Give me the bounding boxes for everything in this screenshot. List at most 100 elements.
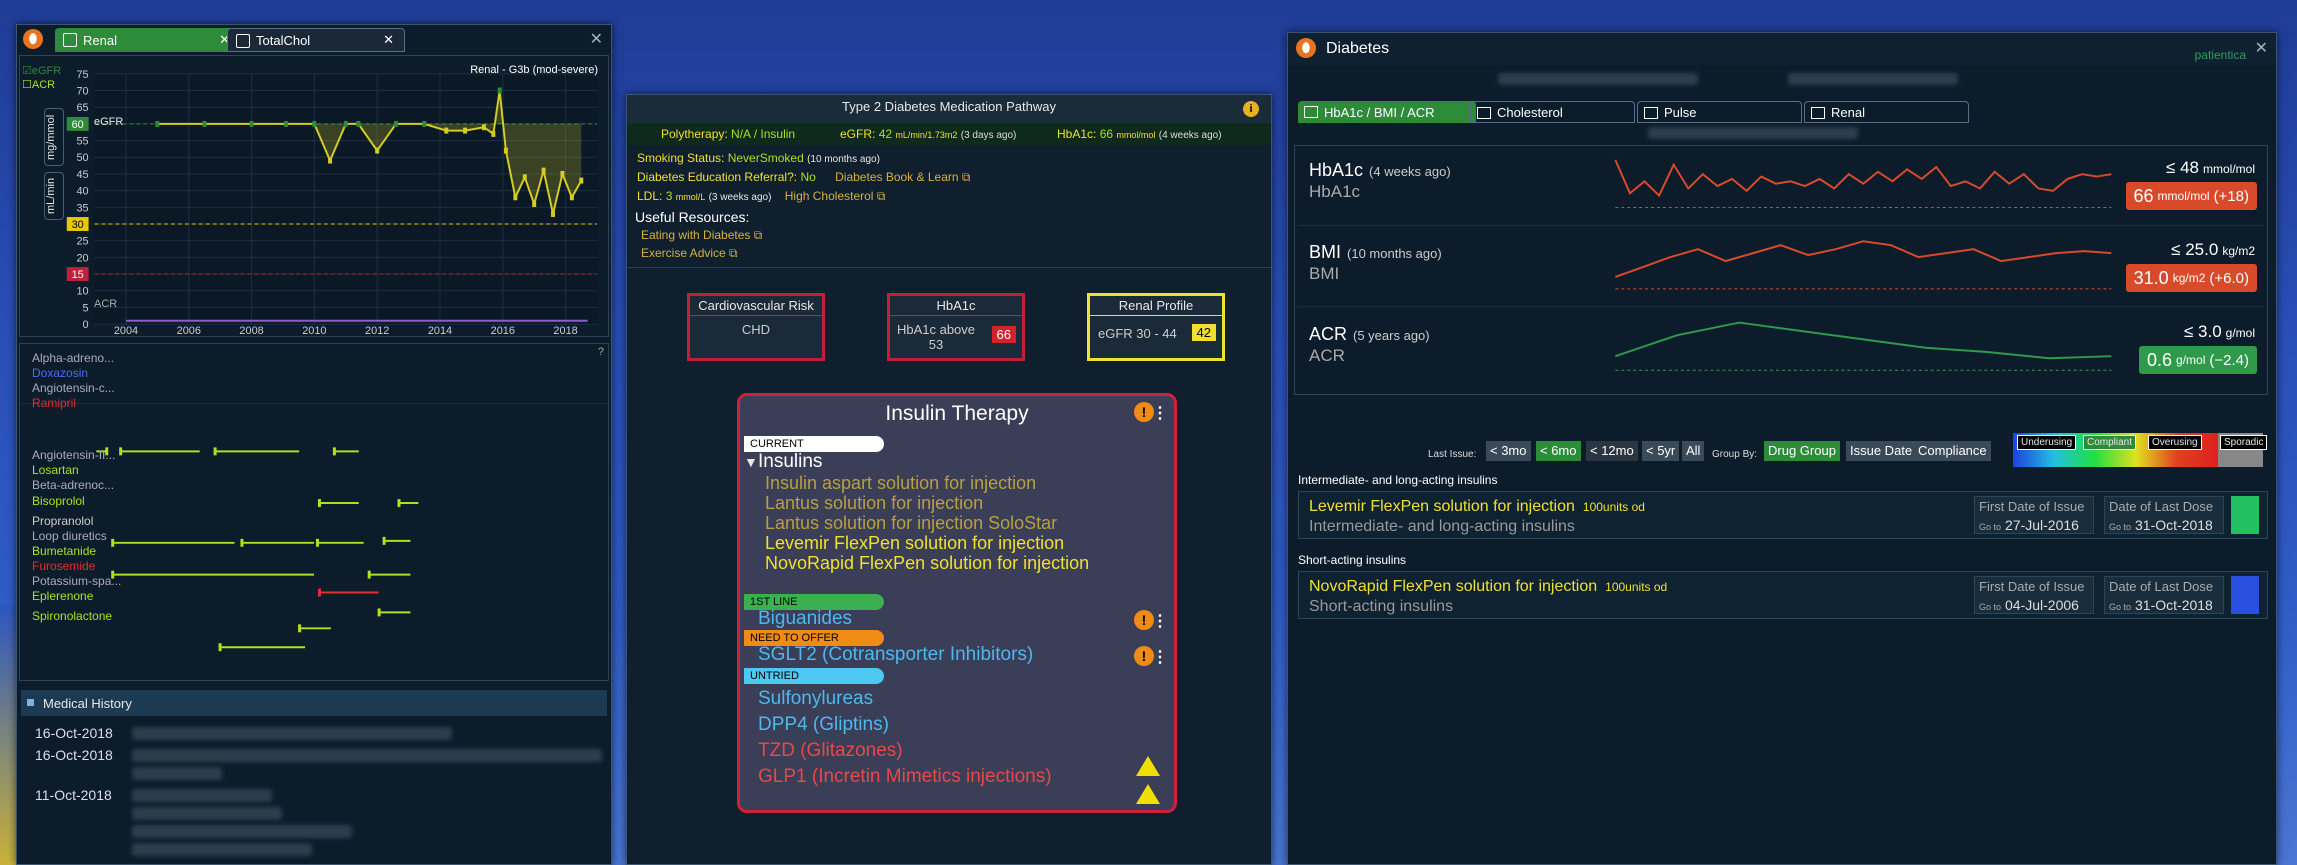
insulin-item[interactable]: Lantus solution for injection SoloStar bbox=[765, 513, 1057, 534]
medication-label[interactable]: Alpha-adreno... bbox=[32, 351, 114, 365]
y-unit-mgmmol[interactable]: mg/mmol bbox=[44, 108, 64, 166]
last-dose-box[interactable]: Date of Last Dose Go to 31-Oct-2018 bbox=[2104, 576, 2224, 614]
first-issue-box[interactable]: First Date of Issue Go to 27-Jul-2016 bbox=[1974, 496, 2094, 534]
metrics-sparklines bbox=[1297, 159, 2265, 371]
info-icon[interactable]: i bbox=[1243, 101, 1259, 117]
menu-icon[interactable]: ⋮ bbox=[1152, 647, 1168, 667]
medication-label[interactable]: Bumetanide bbox=[32, 544, 96, 558]
renal-profile-box[interactable]: Renal Profile eGFR 30 - 44 42 bbox=[1087, 293, 1225, 361]
cardiovascular-risk-box[interactable]: Cardiovascular Risk CHD bbox=[687, 293, 825, 361]
history-date[interactable]: 16-Oct-2018 bbox=[35, 725, 113, 741]
insulin-item[interactable]: Lantus solution for injection bbox=[765, 493, 983, 514]
warning-icon[interactable]: ! bbox=[1134, 402, 1154, 422]
insulin-item[interactable]: Insulin aspart solution for injection bbox=[765, 473, 1036, 494]
go-to-link[interactable]: Go to bbox=[1979, 602, 2001, 612]
insulin-item[interactable]: NovoRapid FlexPen solution for injection bbox=[765, 553, 1089, 574]
resource-link[interactable]: Eating with Diabetes ⧉ bbox=[641, 228, 762, 243]
tab-cholesterol[interactable]: Cholesterol bbox=[1470, 101, 1635, 123]
go-to-link[interactable]: Go to bbox=[1979, 522, 2001, 532]
drug-row[interactable]: NovoRapid FlexPen solution for injection… bbox=[1298, 571, 2268, 619]
y-unit-mlmin[interactable]: mL/min bbox=[44, 172, 64, 220]
legend-overusing[interactable]: Overusing bbox=[2148, 435, 2202, 450]
tab-renal[interactable]: Renal bbox=[1804, 101, 1969, 123]
medication-label[interactable]: Ramipril bbox=[32, 396, 76, 410]
menu-icon[interactable]: ⋮ bbox=[1152, 403, 1168, 423]
drug-name[interactable]: NovoRapid FlexPen solution for injection… bbox=[1309, 578, 1667, 596]
medication-label[interactable]: Spironolactone bbox=[32, 609, 112, 623]
history-date[interactable]: 11-Oct-2018 bbox=[35, 787, 112, 803]
close-window-icon[interactable]: ✕ bbox=[590, 29, 603, 49]
metric-value-box[interactable]: 0.6 g/mol (−2.4) bbox=[2139, 346, 2257, 374]
medication-label[interactable]: Eplerenone bbox=[32, 589, 93, 603]
medication-label[interactable]: Angiotensin-II... bbox=[32, 448, 115, 462]
tab-pulse[interactable]: Pulse bbox=[1637, 101, 1802, 123]
history-date[interactable]: 16-Oct-2018 bbox=[35, 747, 113, 763]
medication-pathway-window: Type 2 Diabetes Medication Pathway i Pol… bbox=[626, 94, 1272, 865]
box-title: HbA1c bbox=[890, 296, 1022, 316]
legend-egfr[interactable]: ☑eGFR bbox=[22, 64, 61, 77]
go-to-link[interactable]: Go to bbox=[2109, 602, 2131, 612]
warning-icon[interactable]: ! bbox=[1134, 646, 1154, 666]
hba1c-box[interactable]: HbA1c HbA1c above 53 66 bbox=[887, 293, 1025, 361]
first-issue-box[interactable]: First Date of Issue Go to 04-Jul-2006 bbox=[1974, 576, 2094, 614]
range-button[interactable]: All bbox=[1682, 441, 1705, 461]
tab-totalchol[interactable]: TotalChol ✕ bbox=[227, 28, 405, 52]
medication-label[interactable]: Loop diuretics bbox=[32, 529, 107, 543]
medication-label[interactable]: Angiotensin-c... bbox=[32, 381, 115, 395]
range-button[interactable]: < 6mo bbox=[1536, 441, 1581, 461]
medication-label[interactable]: Doxazosin bbox=[32, 366, 88, 380]
tab-renal[interactable]: Renal ✕ bbox=[55, 28, 240, 52]
insulin-item[interactable]: Levemir FlexPen solution for injection bbox=[765, 533, 1064, 554]
medication-label[interactable]: Beta-adrenoc... bbox=[32, 478, 114, 492]
medication-label[interactable]: Furosemide bbox=[32, 559, 95, 573]
medication-label[interactable]: Losartan bbox=[32, 463, 79, 477]
resource-link[interactable]: Exercise Advice ⧉ bbox=[641, 246, 738, 261]
untried-drug-item[interactable]: TZD (Glitazones) bbox=[758, 740, 903, 762]
go-to-link[interactable]: Go to bbox=[2109, 522, 2131, 532]
range-button[interactable]: < 5yr bbox=[1642, 441, 1680, 461]
last-dose-box[interactable]: Date of Last Dose Go to 31-Oct-2018 bbox=[2104, 496, 2224, 534]
untried-drug-item[interactable]: DPP4 (Gliptins) bbox=[758, 714, 889, 736]
metric-value-box[interactable]: 66 mmol/mol (+18) bbox=[2125, 182, 2257, 210]
close-window-icon[interactable]: ✕ bbox=[2255, 38, 2268, 58]
external-link-icon[interactable]: ⧉ bbox=[877, 189, 886, 203]
medication-label[interactable]: Bisoprolol bbox=[32, 494, 85, 508]
untried-drug-item[interactable]: GLP1 (Incretin Mimetics injections) bbox=[758, 766, 1052, 788]
metric-value-box[interactable]: 31.0 kg/m2 (+6.0) bbox=[2125, 264, 2257, 292]
help-icon[interactable]: ? bbox=[598, 346, 604, 358]
egfr-point bbox=[202, 120, 207, 127]
medication-label[interactable]: Potassium-spa... bbox=[32, 574, 121, 588]
drug-row[interactable]: Levemir FlexPen solution for injection 10… bbox=[1298, 491, 2268, 539]
egfr-point bbox=[541, 167, 546, 174]
external-link-icon[interactable]: ⧉ bbox=[962, 170, 971, 184]
legend-underusing[interactable]: Underusing bbox=[2017, 435, 2077, 450]
group-drug-group[interactable]: Drug Group bbox=[1764, 441, 1840, 461]
legend-acr[interactable]: ☐ACR bbox=[22, 78, 55, 91]
cholesterol-link[interactable]: High Cholesterol bbox=[785, 189, 874, 203]
close-tab-icon[interactable]: ✕ bbox=[383, 32, 394, 48]
medical-history-header[interactable]: Medical History bbox=[21, 690, 607, 716]
menu-icon[interactable]: ⋮ bbox=[1152, 611, 1168, 631]
untried-drug-item[interactable]: Sulfonylureas bbox=[758, 688, 873, 710]
education-link[interactable]: Diabetes Book & Learn bbox=[835, 170, 958, 184]
legend-compliant[interactable]: Compliant bbox=[2083, 435, 2137, 450]
title-bar bbox=[1288, 33, 2276, 65]
drug-name[interactable]: Levemir FlexPen solution for injection 10… bbox=[1309, 498, 1645, 516]
medication-label[interactable]: Propranolol bbox=[32, 514, 93, 528]
range-button[interactable]: < 3mo bbox=[1486, 441, 1531, 461]
hba1c-badge: 66 bbox=[991, 326, 1016, 343]
warning-icon[interactable]: ! bbox=[1134, 610, 1154, 630]
egfr-age: (3 days ago) bbox=[960, 130, 1017, 141]
legend-sporadic[interactable]: Sporadic bbox=[2220, 435, 2268, 450]
collapse-icon[interactable]: ▼ bbox=[744, 454, 758, 470]
metric-age: (10 months ago) bbox=[1347, 246, 1442, 261]
group-compliance[interactable]: Compliance bbox=[1914, 441, 1991, 461]
alert-triangle-icon[interactable] bbox=[1136, 784, 1160, 804]
sglt2-item[interactable]: SGLT2 (Cotransporter Inhibitors) bbox=[758, 644, 1033, 666]
alert-triangle-icon[interactable] bbox=[1136, 756, 1160, 776]
range-button[interactable]: < 12mo bbox=[1586, 441, 1638, 461]
biguanides-item[interactable]: Biguanides bbox=[758, 608, 852, 630]
group-issue-date[interactable]: Issue Date bbox=[1846, 441, 1917, 461]
tab-hba1c-bmi-acr[interactable]: HbA1c / BMI / ACR bbox=[1298, 101, 1476, 123]
insulins-group[interactable]: Insulins bbox=[758, 451, 822, 473]
